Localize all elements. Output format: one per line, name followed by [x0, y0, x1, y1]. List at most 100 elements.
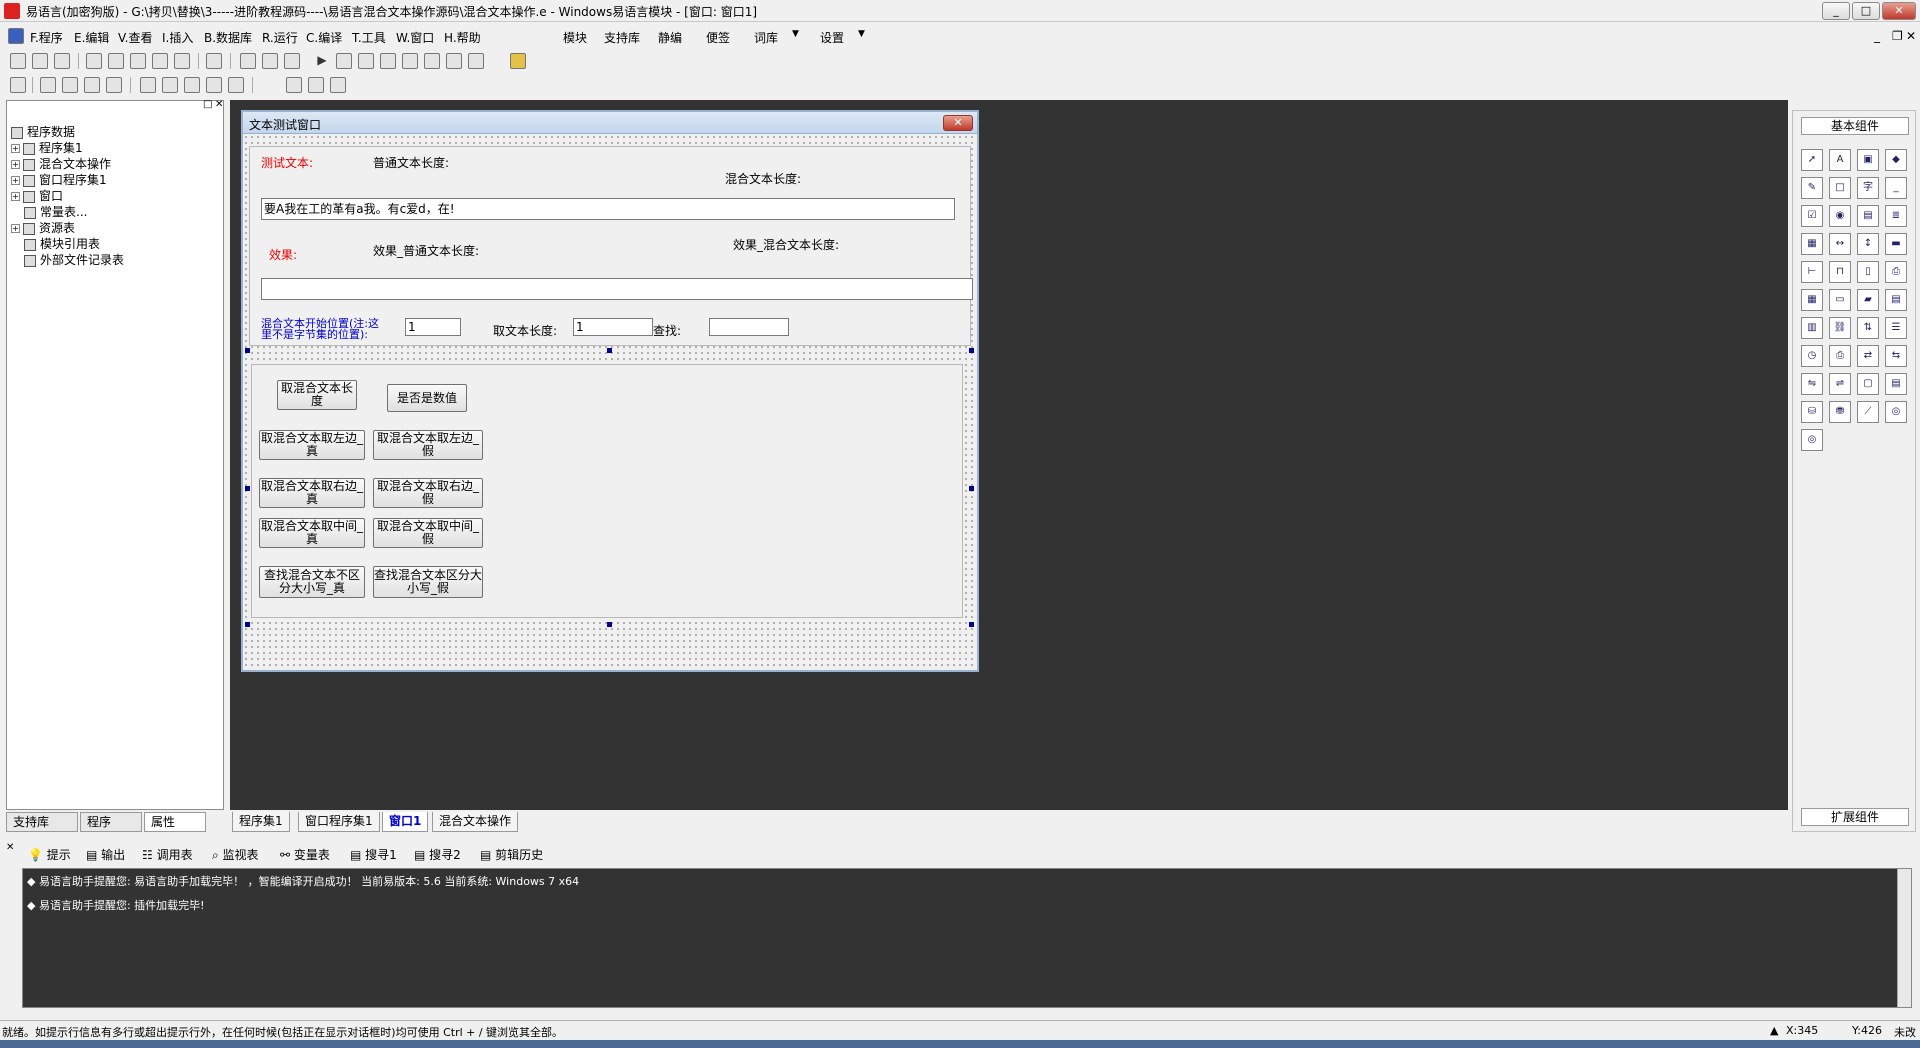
file-box-icon[interactable]: ▤: [1885, 289, 1907, 311]
tab-call-stack[interactable]: ☷ 调用表: [142, 845, 193, 865]
panel-pin-icon[interactable]: □: [203, 99, 212, 110]
mdi-close-button[interactable]: ✕: [1906, 29, 1916, 43]
space-h-icon[interactable]: [184, 77, 200, 93]
odbc-db-icon[interactable]: ◎: [1801, 429, 1823, 451]
menu-run[interactable]: R.运行: [262, 29, 298, 46]
image-box-icon[interactable]: ▣: [1857, 149, 1879, 171]
save-icon[interactable]: [54, 53, 70, 69]
new-file-icon[interactable]: [10, 53, 26, 69]
tab-properties[interactable]: 属性: [144, 812, 206, 832]
middle-false-button[interactable]: 取混合文本取中间_假: [373, 518, 483, 548]
selection-handle[interactable]: [607, 622, 612, 627]
output-scrollbar[interactable]: [1897, 869, 1911, 1007]
plugin-icon[interactable]: [510, 53, 526, 69]
menu-database[interactable]: B.数据库: [204, 29, 252, 46]
menu-window[interactable]: W.窗口: [396, 29, 434, 46]
same-width-icon[interactable]: [286, 77, 302, 93]
menu-view[interactable]: V.查看: [118, 29, 152, 46]
chart-icon[interactable]: ⟋: [1857, 401, 1879, 423]
table-comp-icon[interactable]: ▤: [1885, 373, 1907, 395]
run-to-icon[interactable]: [446, 53, 462, 69]
tree-item-window[interactable]: + 窗口: [11, 187, 63, 204]
right-true-button[interactable]: 取混合文本取右边_真: [259, 478, 365, 508]
expand-icon[interactable]: +: [11, 160, 20, 169]
spinner-icon[interactable]: ⇅: [1857, 317, 1879, 339]
menu-notes[interactable]: 便签: [706, 29, 730, 46]
network-icon[interactable]: ⇄: [1857, 345, 1879, 367]
odbc-icon[interactable]: ◎: [1885, 401, 1907, 423]
find-cs-false-button[interactable]: 查找混合文本区分大小写_假: [373, 566, 483, 598]
menu-static-compile[interactable]: 静编: [658, 29, 682, 46]
checkbox-icon[interactable]: ☑: [1801, 205, 1823, 227]
menu-help[interactable]: H.帮助: [444, 29, 481, 46]
left-true-button[interactable]: 取混合文本取左边_真: [259, 430, 365, 460]
shape-icon[interactable]: ◆: [1885, 149, 1907, 171]
minimize-button[interactable]: _: [1822, 2, 1850, 20]
is-numeric-button[interactable]: 是否是数值: [387, 384, 467, 412]
align-center-icon[interactable]: [62, 77, 78, 93]
same-size-icon[interactable]: [330, 77, 346, 93]
cut-icon[interactable]: [86, 53, 102, 69]
calendar-icon[interactable]: ▦: [1801, 289, 1823, 311]
selection-handle[interactable]: [245, 486, 250, 491]
line-icon[interactable]: _: [1885, 177, 1907, 199]
tab-clip-history[interactable]: ▤ 剪辑历史: [480, 845, 543, 865]
menu-module[interactable]: 模块: [563, 29, 587, 46]
get-mixed-length-button[interactable]: 取混合文本长度: [277, 380, 357, 410]
menu-insert[interactable]: I.插入: [162, 29, 193, 46]
combo-box-icon[interactable]: ▤: [1857, 205, 1879, 227]
drive-box-icon[interactable]: ▭: [1829, 289, 1851, 311]
close-button[interactable]: ✕: [1882, 2, 1916, 20]
redo-icon[interactable]: [152, 53, 168, 69]
radio-icon[interactable]: ◉: [1829, 205, 1851, 227]
tab-control-icon[interactable]: ⊓: [1829, 261, 1851, 283]
copy-icon[interactable]: [108, 53, 124, 69]
hand-icon[interactable]: [468, 53, 484, 69]
same-height-icon[interactable]: [308, 77, 324, 93]
tree-item-module-refs[interactable]: 模块引用表: [24, 235, 100, 252]
step-out-icon[interactable]: [424, 53, 440, 69]
step-icon[interactable]: [358, 53, 374, 69]
menu-program[interactable]: F.程序: [30, 29, 63, 46]
tree-item-external-files[interactable]: 外部文件记录表: [24, 251, 124, 268]
extended-components-footer[interactable]: 扩展组件: [1801, 808, 1909, 826]
slider-icon[interactable]: ⊢: [1801, 261, 1823, 283]
tab-search1[interactable]: ▤ 搜寻1: [350, 845, 397, 865]
selection-handle[interactable]: [245, 622, 250, 627]
tree-item-resources[interactable]: + 资源表: [11, 219, 75, 236]
center-h-icon[interactable]: [140, 77, 156, 93]
selection-handle[interactable]: [969, 486, 974, 491]
align-left-icon[interactable]: [40, 77, 56, 93]
print-icon[interactable]: ⎙: [1829, 345, 1851, 367]
client-icon[interactable]: ⇋: [1801, 373, 1823, 395]
panel-close-icon[interactable]: ✕: [215, 99, 223, 110]
align-top-icon[interactable]: [106, 77, 122, 93]
tab-support-lib[interactable]: 支持库: [6, 812, 78, 832]
data-provider-icon[interactable]: ⛃: [1829, 401, 1851, 423]
menu-support-lib[interactable]: 支持库: [604, 29, 640, 46]
expand-icon[interactable]: +: [11, 176, 20, 185]
menu-edit[interactable]: E.编辑: [74, 29, 109, 46]
server-icon[interactable]: ⇌: [1829, 373, 1851, 395]
center-v-icon[interactable]: [162, 77, 178, 93]
timer-icon[interactable]: ◷: [1801, 345, 1823, 367]
step-into-icon[interactable]: [380, 53, 396, 69]
tab-watch[interactable]: ⌕ 监视表: [212, 845, 259, 865]
data-source-icon[interactable]: ⛁: [1801, 401, 1823, 423]
connect-icon[interactable]: ⇆: [1885, 345, 1907, 367]
tab-window1[interactable]: 窗口1: [382, 812, 429, 832]
maximize-button[interactable]: □: [1852, 2, 1880, 20]
align-right-icon[interactable]: [84, 77, 100, 93]
left-false-button[interactable]: 取混合文本取左边_假: [373, 430, 483, 460]
menu-compile[interactable]: C.编译: [306, 29, 342, 46]
file-icon[interactable]: ▯: [1857, 261, 1879, 283]
find-input[interactable]: [709, 318, 789, 336]
tree-item-mixed-text[interactable]: + 混合文本操作: [11, 155, 111, 172]
group-box-icon[interactable]: □: [1829, 177, 1851, 199]
right-false-button[interactable]: 取混合文本取右边_假: [373, 478, 483, 508]
selection-handle[interactable]: [969, 622, 974, 627]
close-icon[interactable]: ✕: [943, 115, 973, 131]
dir-box-icon[interactable]: ▰: [1857, 289, 1879, 311]
chevron-down-icon[interactable]: ▼: [858, 29, 865, 39]
equal-space-icon[interactable]: [228, 77, 244, 93]
